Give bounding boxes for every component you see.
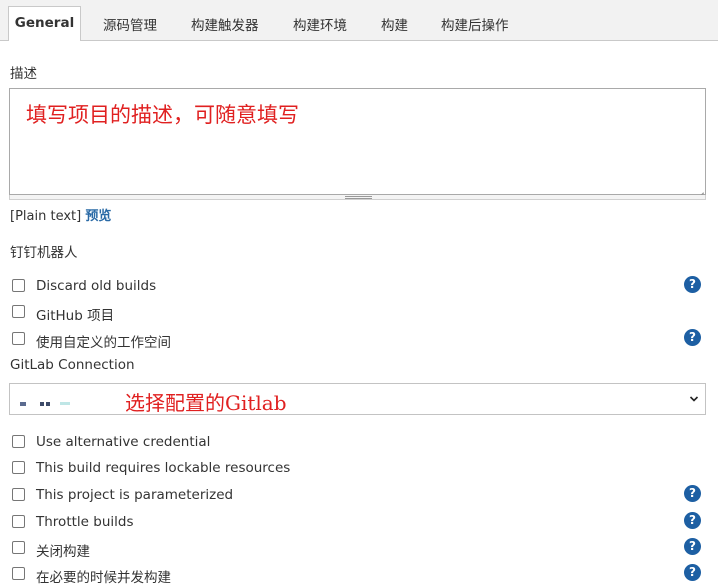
checkbox[interactable] [12,515,25,528]
tab-build[interactable]: 构建 [381,14,408,34]
option-label: Use alternative credential [36,434,211,450]
checkbox[interactable] [12,332,25,345]
option-label: 关闭构建 [36,544,90,560]
option-label: Discard old builds [36,278,157,294]
description-textarea[interactable]: 填写项目的描述，可随意填写 [9,88,706,195]
config-tab-bar: General 源码管理 构建触发器 构建环境 构建 构建后操作 [0,0,718,41]
description-value: 填写项目的描述，可随意填写 [26,103,299,127]
tab-build-environment[interactable]: 构建环境 [293,14,347,34]
dingtalk-robot-label: 钉钉机器人 [10,245,78,261]
option-label: 使用自定义的工作空间 [36,335,171,351]
checkbox[interactable] [12,305,25,318]
help-icon[interactable]: ? [684,564,701,581]
help-icon[interactable]: ? [684,485,701,502]
preview-link[interactable]: 预览 [85,209,111,224]
checkbox[interactable] [12,279,25,292]
option-label: Throttle builds [36,514,134,530]
tab-build-triggers[interactable]: 构建触发器 [191,14,259,34]
help-icon[interactable]: ? [684,512,701,529]
help-icon[interactable]: ? [684,329,701,346]
tab-post-build-actions[interactable]: 构建后操作 [441,14,509,34]
tab-source-code-management[interactable]: 源码管理 [103,14,157,34]
redacted-value [20,399,76,409]
markup-format-line: [Plain text] 预览 [10,205,111,224]
option-label: This project is parameterized [36,487,234,503]
option-label: 在必要的时候并发构建 [36,570,171,586]
chevron-down-icon [689,396,699,402]
resize-grip-icon[interactable] [696,185,704,193]
drag-handle-icon [345,196,372,199]
checkbox[interactable] [12,567,25,580]
option-label: GitHub 项目 [36,308,115,324]
tab-general[interactable]: General [8,6,81,41]
checkbox[interactable] [12,488,25,501]
checkbox[interactable] [12,541,25,554]
textarea-resize-bar[interactable] [9,195,706,200]
checkbox[interactable] [12,435,25,448]
checkbox[interactable] [12,461,25,474]
plain-text-label: [Plain text] [10,209,82,224]
gitlab-connection-select[interactable]: 选择配置的Gitlab [9,383,706,415]
description-label: 描述 [10,66,37,82]
gitlab-connection-value: 选择配置的Gitlab [125,391,287,415]
help-icon[interactable]: ? [684,276,701,293]
help-icon[interactable]: ? [684,538,701,555]
gitlab-connection-label: GitLab Connection [10,357,135,373]
option-label: This build requires lockable resources [36,460,291,476]
